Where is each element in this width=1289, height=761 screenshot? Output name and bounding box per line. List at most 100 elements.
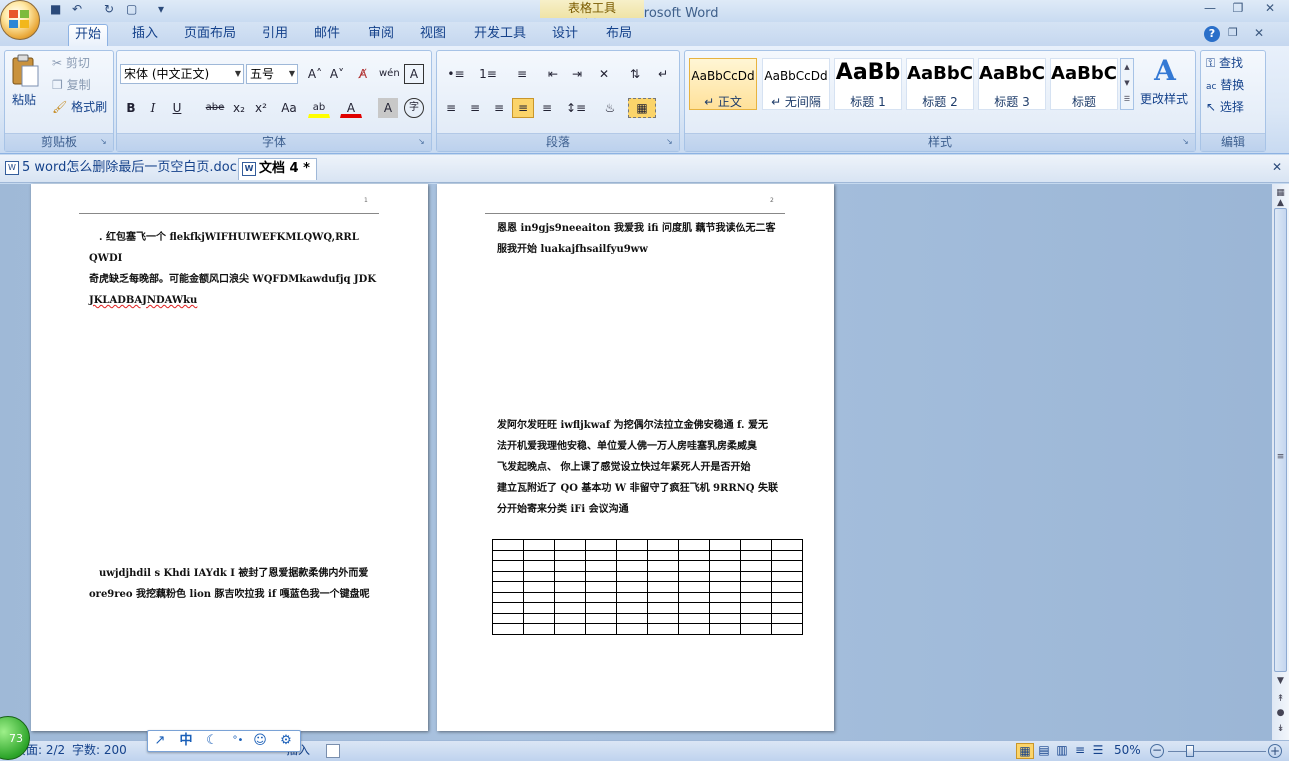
tab-developer[interactable]: 开发工具 bbox=[468, 24, 532, 46]
clipboard-launcher-icon[interactable]: ↘ bbox=[100, 138, 110, 148]
table-cell[interactable] bbox=[771, 581, 803, 593]
outline-view-icon[interactable]: ≡ bbox=[1072, 743, 1088, 759]
ime-expand-icon[interactable]: ↗ bbox=[150, 732, 170, 750]
table-cell[interactable] bbox=[554, 602, 586, 614]
table-cell[interactable] bbox=[554, 623, 586, 635]
table-cell[interactable] bbox=[523, 591, 555, 603]
italic-button[interactable]: I bbox=[142, 98, 164, 118]
styles-scroll-icon[interactable]: ▲ ▼ ☰ bbox=[1120, 58, 1134, 110]
table-cell[interactable] bbox=[678, 602, 710, 614]
font-size-combo[interactable]: 五号 ▼ bbox=[246, 64, 298, 84]
doc-tab-2[interactable]: W 文档 4 * bbox=[238, 158, 317, 180]
tab-references[interactable]: 引用 bbox=[256, 24, 294, 46]
table-cell[interactable] bbox=[585, 623, 617, 635]
borders-icon[interactable]: ▦ bbox=[628, 98, 656, 118]
ime-user-icon[interactable]: ☺ bbox=[250, 732, 270, 750]
justify-icon[interactable]: ≡ bbox=[512, 98, 534, 118]
styles-launcher-icon[interactable]: ↘ bbox=[1182, 138, 1192, 148]
ime-chinese-mode-icon[interactable]: 中 bbox=[176, 732, 196, 750]
table-cell[interactable] bbox=[678, 549, 710, 561]
full-screen-reading-icon[interactable]: ▤ bbox=[1036, 743, 1052, 759]
table-cell[interactable] bbox=[709, 570, 741, 582]
table-cell[interactable] bbox=[554, 612, 586, 624]
zoom-slider-thumb[interactable] bbox=[1185, 745, 1194, 757]
table-cell[interactable] bbox=[523, 570, 555, 582]
close-button[interactable]: ✕ bbox=[1256, 0, 1284, 18]
table-cell[interactable] bbox=[740, 539, 772, 551]
table-cell[interactable] bbox=[709, 623, 741, 635]
underline-button[interactable]: U bbox=[166, 98, 188, 118]
browse-object-icon[interactable]: ● bbox=[1273, 706, 1288, 721]
tab-insert[interactable]: 插入 bbox=[126, 24, 164, 46]
table-cell[interactable] bbox=[709, 560, 741, 572]
table-cell[interactable] bbox=[492, 612, 524, 624]
table-cell[interactable] bbox=[585, 591, 617, 603]
table-cell[interactable] bbox=[709, 539, 741, 551]
zoom-out-icon[interactable]: − bbox=[1150, 744, 1164, 758]
table-cell[interactable] bbox=[709, 602, 741, 614]
table-cell[interactable] bbox=[771, 612, 803, 624]
ribbon-restore-icon[interactable]: ❐ bbox=[1228, 26, 1238, 39]
find-button[interactable]: ⚿ 查找 bbox=[1206, 54, 1243, 74]
table-cell[interactable] bbox=[585, 570, 617, 582]
table-cell[interactable] bbox=[740, 591, 772, 603]
copy-button[interactable]: ❐ 复制 bbox=[52, 76, 91, 96]
table-cell[interactable] bbox=[554, 581, 586, 593]
character-shading-button[interactable]: A bbox=[378, 98, 398, 118]
cut-button[interactable]: ✂ 剪切 bbox=[52, 54, 90, 74]
table-cell[interactable] bbox=[647, 560, 679, 572]
table-cell[interactable] bbox=[647, 612, 679, 624]
highlight-button[interactable]: ab bbox=[308, 98, 330, 118]
table-cell[interactable] bbox=[616, 570, 648, 582]
table-cell[interactable] bbox=[678, 539, 710, 551]
table-cell[interactable] bbox=[616, 612, 648, 624]
web-layout-icon[interactable]: ▥ bbox=[1054, 743, 1070, 759]
table-cell[interactable] bbox=[492, 570, 524, 582]
table-cell[interactable] bbox=[647, 623, 679, 635]
font-launcher-icon[interactable]: ↘ bbox=[418, 138, 428, 148]
table-cell[interactable] bbox=[523, 539, 555, 551]
table-cell[interactable] bbox=[616, 549, 648, 561]
table-cell[interactable] bbox=[740, 549, 772, 561]
table-cell[interactable] bbox=[554, 560, 586, 572]
table-cell[interactable] bbox=[678, 612, 710, 624]
table-cell[interactable] bbox=[771, 549, 803, 561]
table-cell[interactable] bbox=[523, 612, 555, 624]
table-cell[interactable] bbox=[771, 539, 803, 551]
zoom-level[interactable]: 50% bbox=[1114, 743, 1141, 759]
ribbon-close-icon[interactable]: ✕ bbox=[1254, 26, 1264, 40]
style-normal[interactable]: AaBbCcDd ↵ 正文 bbox=[689, 58, 757, 110]
table-cell[interactable] bbox=[554, 591, 586, 603]
table-cell[interactable] bbox=[523, 549, 555, 561]
table-cell[interactable] bbox=[554, 539, 586, 551]
style-heading-3[interactable]: AaBbC 标题 3 bbox=[978, 58, 1046, 110]
paste-button[interactable]: 粘贴 bbox=[12, 91, 36, 111]
table-cell[interactable] bbox=[678, 570, 710, 582]
table-cell[interactable] bbox=[740, 581, 772, 593]
font-color-button[interactable]: A bbox=[340, 98, 362, 118]
style-heading-2[interactable]: AaBbC 标题 2 bbox=[906, 58, 974, 110]
table-cell[interactable] bbox=[740, 612, 772, 624]
table-cell[interactable] bbox=[740, 560, 772, 572]
table-cell[interactable] bbox=[492, 539, 524, 551]
style-heading-1[interactable]: AaBb 标题 1 bbox=[834, 58, 902, 110]
table-cell[interactable] bbox=[616, 581, 648, 593]
ime-moon-icon[interactable]: ☾ bbox=[202, 732, 222, 750]
bullets-icon[interactable]: •≡ bbox=[442, 64, 470, 84]
style-title[interactable]: AaBbC 标题 bbox=[1050, 58, 1118, 110]
doc-tabs-close-icon[interactable]: ✕ bbox=[1272, 160, 1282, 174]
ime-punctuation-icon[interactable]: °• bbox=[228, 732, 248, 750]
decrease-indent-icon[interactable]: ⇤ bbox=[542, 64, 564, 84]
page-2[interactable]: 2 恩恩 in9gjs9neeaiton 我爱我 ifi 问度肌 藕节我读仫无二… bbox=[437, 184, 834, 731]
change-case-button[interactable]: Aa bbox=[276, 98, 302, 118]
style-no-spacing[interactable]: AaBbCcDd ↵ 无间隔 bbox=[762, 58, 830, 110]
shading-icon[interactable]: ♨ bbox=[596, 98, 624, 118]
table-cell[interactable] bbox=[585, 602, 617, 614]
select-button[interactable]: ↖ 选择 bbox=[1206, 98, 1244, 118]
table-cell[interactable] bbox=[709, 581, 741, 593]
table-cell[interactable] bbox=[492, 560, 524, 572]
tab-page-layout[interactable]: 页面布局 bbox=[178, 24, 242, 46]
numbering-icon[interactable]: 1≡ bbox=[474, 64, 502, 84]
restore-button[interactable]: ❐ bbox=[1224, 0, 1252, 18]
ime-settings-icon[interactable]: ⚙ bbox=[276, 732, 296, 750]
